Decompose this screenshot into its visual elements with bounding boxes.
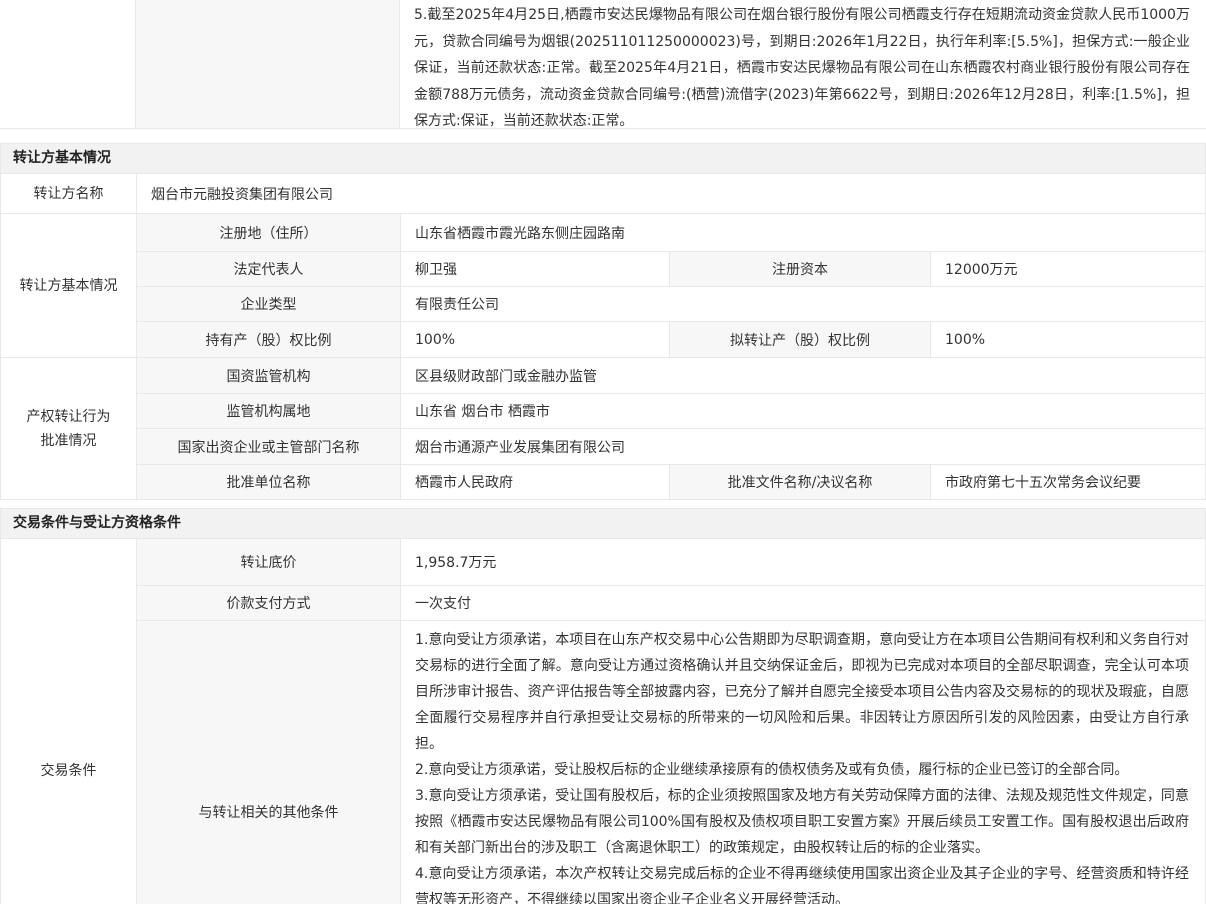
condition-item-4: 4.意向受让方须承诺，本次产权转让交易完成后标的企业不得再继续使用国家出资企业及… [415,861,1189,904]
floor-price-value: 1,958.7万元 [401,539,1205,585]
regulator-label: 国资监管机构 [136,358,401,393]
regulator-row: 国资监管机构 区县级财政部门或金融办监管 [136,358,1205,393]
other-conditions-text: 1.意向受让方须承诺，本项目在山东产权交易中心公告期即为尽职调查期，意向受让方在… [401,621,1205,904]
registered-address-label: 注册地（住所） [136,214,401,251]
enterprise-type-label: 企业类型 [136,287,401,321]
transferor-basic-group-label: 转让方基本情况 [1,214,136,357]
regulator-region-value: 山东省 烟台市 栖霞市 [401,394,1205,428]
other-conditions-label: 与转让相关的其他条件 [136,621,401,904]
transferor-name-value: 烟台市元融投资集团有限公司 [136,174,1205,213]
condition-item-3: 3.意向受让方须承诺，受让国有股权后，标的企业须按照国家及地方有关劳动保障方面的… [415,783,1189,861]
section-gap [0,129,1206,143]
legal-representative-value: 柳卫强 [401,252,669,286]
payment-method-value: 一次支付 [401,586,1205,620]
trade-conditions-section: 交易条件与受让方资格条件 交易条件 转让底价 1,958.7万元 价款支付方式 … [0,508,1206,904]
holding-ratio-label: 持有产（股）权比例 [136,322,401,357]
approver-label: 批准单位名称 [136,465,401,499]
legal-representative-row: 法定代表人 柳卫强 注册资本 12000万元 [136,251,1205,286]
loan-status-paragraph: 5.截至2025年4月25日,栖霞市安达民爆物品有限公司在烟台银行股份有限公司栖… [400,0,1206,128]
empty-first-column-cell [0,0,135,128]
condition-item-1: 1.意向受让方须承诺，本项目在山东产权交易中心公告期即为尽职调查期，意向受让方在… [415,627,1189,757]
transferor-section-header: 转让方基本情况 [1,144,1205,173]
registered-capital-value: 12000万元 [931,252,1205,286]
condition-item-2: 2.意向受让方须承诺，受让股权后标的企业继续承接原有的债权债务及或有负债，履行标… [415,757,1189,783]
section-gap [0,500,1206,508]
state-parent-row: 国家出资企业或主管部门名称 烟台市通源产业发展集团有限公司 [136,428,1205,464]
enterprise-type-value: 有限责任公司 [401,287,1205,321]
payment-method-row: 价款支付方式 一次支付 [136,585,1205,620]
transferor-name-row: 转让方名称 烟台市元融投资集团有限公司 [1,173,1205,213]
legal-representative-label: 法定代表人 [136,252,401,286]
approval-doc-value: 市政府第七十五次常务会议纪要 [931,465,1205,499]
approval-group-label-line2: 批准情况 [41,429,97,453]
to-transfer-ratio-value: 100% [931,322,1205,357]
enterprise-type-row: 企业类型 有限责任公司 [136,286,1205,321]
holding-ratio-value: 100% [401,322,669,357]
transfer-announcement-page: 5.截至2025年4月25日,栖霞市安达民爆物品有限公司在烟台银行股份有限公司栖… [0,0,1206,904]
to-transfer-ratio-label: 拟转让产（股）权比例 [669,322,931,357]
trade-conditions-group: 交易条件 转让底价 1,958.7万元 价款支付方式 一次支付 与转让相关的其他… [1,538,1205,904]
empty-label-cell [135,0,400,128]
approver-value: 栖霞市人民政府 [401,465,669,499]
trade-section-header: 交易条件与受让方资格条件 [1,509,1205,538]
transferor-name-label: 转让方名称 [1,174,136,213]
regulator-region-row: 监管机构属地 山东省 烟台市 栖霞市 [136,393,1205,428]
transferor-basic-group: 转让方基本情况 注册地（住所） 山东省栖霞市霞光路东侧庄园路南 法定代表人 柳卫… [1,213,1205,357]
regulator-value: 区县级财政部门或金融办监管 [401,358,1205,393]
floor-price-row: 转让底价 1,958.7万元 [136,539,1205,585]
approval-group-label-line1: 产权转让行为 [27,405,111,429]
other-conditions-row: 与转让相关的其他条件 1.意向受让方须承诺，本项目在山东产权交易中心公告期即为尽… [136,620,1205,904]
payment-method-label: 价款支付方式 [136,586,401,620]
state-parent-value: 烟台市通源产业发展集团有限公司 [401,429,1205,464]
registered-capital-label: 注册资本 [669,252,931,286]
approval-group-label: 产权转让行为 批准情况 [1,358,136,499]
approval-group: 产权转让行为 批准情况 国资监管机构 区县级财政部门或金融办监管 监管机构属地 … [1,357,1205,499]
transferor-section: 转让方基本情况 转让方名称 烟台市元融投资集团有限公司 转让方基本情况 注册地（… [0,143,1206,500]
trade-conditions-group-label: 交易条件 [1,539,136,904]
state-parent-label: 国家出资企业或主管部门名称 [136,429,401,464]
registered-address-row: 注册地（住所） 山东省栖霞市霞光路东侧庄园路南 [136,214,1205,251]
floor-price-label: 转让底价 [136,539,401,585]
loan-status-row: 5.截至2025年4月25日,栖霞市安达民爆物品有限公司在烟台银行股份有限公司栖… [0,0,1206,129]
approval-doc-label: 批准文件名称/决议名称 [669,465,931,499]
regulator-region-label: 监管机构属地 [136,394,401,428]
approver-row: 批准单位名称 栖霞市人民政府 批准文件名称/决议名称 市政府第七十五次常务会议纪… [136,464,1205,499]
equity-ratio-row: 持有产（股）权比例 100% 拟转让产（股）权比例 100% [136,321,1205,357]
registered-address-value: 山东省栖霞市霞光路东侧庄园路南 [401,214,1205,251]
